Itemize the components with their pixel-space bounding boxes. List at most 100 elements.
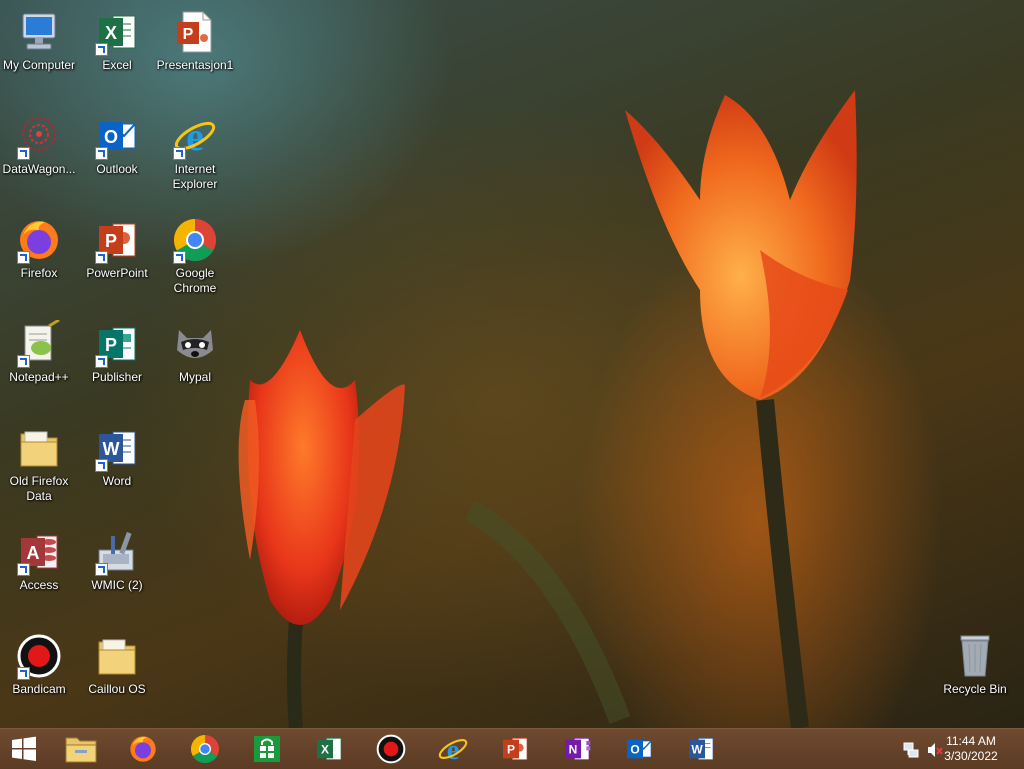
desktop-icon-firefox[interactable]: Firefox (0, 216, 78, 281)
firefox-icon (130, 736, 156, 762)
network-icon[interactable] (902, 741, 920, 759)
desktop-icon-publisher[interactable]: P Publisher (78, 320, 156, 385)
desktop[interactable]: My Computer DataWagon... Firefox Notepad… (0, 0, 1024, 728)
icon-label: Recycle Bin (943, 682, 1007, 696)
icon-label: Firefox (20, 266, 58, 280)
svg-text:N: N (569, 743, 578, 757)
taskbar-outlook[interactable]: O (617, 731, 661, 767)
outlook-icon: O (627, 739, 652, 759)
svg-text:X: X (321, 743, 329, 757)
desktop-icon-internet-explorer[interactable]: e Internet Explorer (156, 112, 234, 192)
file-explorer-icon (65, 737, 97, 763)
svg-text:X: X (105, 23, 117, 43)
desktop-icon-powerpoint[interactable]: P PowerPoint (78, 216, 156, 281)
taskbar-powerpoint[interactable]: P (493, 731, 537, 767)
folder-icon (15, 424, 63, 472)
shortcut-arrow-icon (17, 667, 30, 680)
desktop-icon-outlook[interactable]: O Outlook (78, 112, 156, 177)
svg-text:e: e (447, 735, 460, 766)
publisher-icon: P (93, 320, 141, 368)
shortcut-arrow-icon (95, 459, 108, 472)
icon-label: WMIC (2) (91, 578, 143, 592)
desktop-icon-wmic[interactable]: WMIC (2) (78, 528, 156, 593)
shortcut-arrow-icon (95, 355, 108, 368)
icon-label: My Computer (2, 58, 76, 72)
desktop-icon-mypal[interactable]: Mypal (156, 320, 234, 385)
taskbar-onenote[interactable]: N (555, 731, 599, 767)
chrome-icon (190, 735, 219, 764)
firefox-icon (15, 216, 63, 264)
svg-text:A: A (27, 543, 40, 563)
chrome-icon (171, 216, 219, 264)
word-icon: W (93, 424, 141, 472)
desktop-icon-access[interactable]: A Access (0, 528, 78, 593)
onenote-icon: N (565, 738, 591, 760)
svg-text:O: O (104, 127, 118, 147)
taskbar-file-explorer[interactable] (59, 731, 103, 767)
windows-logo-icon (12, 736, 36, 761)
taskbar-firefox[interactable] (121, 731, 165, 767)
clock[interactable]: 11:44 AM 3/30/2022 (936, 734, 1006, 764)
clock-time: 11:44 AM (946, 734, 996, 748)
taskbar-chrome[interactable] (183, 731, 227, 767)
svg-text:O: O (630, 743, 639, 757)
shortcut-arrow-icon (17, 251, 30, 264)
shortcut-arrow-icon (17, 147, 30, 160)
desktop-icon-old-firefox-data[interactable]: Old Firefox Data (0, 424, 78, 504)
shortcut-arrow-icon (95, 43, 108, 56)
desktop-icon-excel[interactable]: X Excel (78, 8, 156, 73)
desktop-icon-my-computer[interactable]: My Computer (0, 8, 78, 73)
desktop-icon-google-chrome[interactable]: Google Chrome (156, 216, 234, 296)
icon-label: Access (19, 578, 59, 592)
taskbar-word[interactable]: W (679, 731, 723, 767)
svg-text:P: P (183, 26, 194, 43)
shortcut-arrow-icon (173, 147, 186, 160)
recycle-bin-icon (951, 632, 999, 680)
taskbar-store[interactable] (245, 731, 289, 767)
powerpoint-icon: P (93, 216, 141, 264)
bandicam-icon (15, 632, 63, 680)
computer-icon (15, 8, 63, 56)
icon-label: Google Chrome (173, 266, 217, 295)
bandicam-icon (376, 734, 406, 764)
desktop-icon-bandicam[interactable]: Bandicam (0, 632, 78, 697)
taskbar-bandicam[interactable] (369, 731, 413, 767)
taskbar-internet-explorer[interactable]: e (431, 731, 475, 767)
icon-label: Excel (102, 58, 132, 72)
raccoon-icon (171, 320, 219, 368)
icon-label: Presentasjon1 (156, 58, 234, 72)
folder-icon (93, 632, 141, 680)
desktop-icon-datawagon[interactable]: DataWagon... (0, 112, 78, 177)
icon-label: Notepad++ (9, 370, 69, 384)
icon-label: Bandicam (12, 682, 66, 696)
icon-label: Publisher (91, 370, 143, 384)
icon-label: Internet Explorer (172, 162, 218, 191)
shortcut-arrow-icon (95, 147, 108, 160)
desktop-icon-caillou-os[interactable]: Caillou OS (78, 632, 156, 697)
internet-explorer-icon: e (438, 735, 468, 766)
excel-icon: X (93, 8, 141, 56)
desktop-icon-presentasjon1[interactable]: P Presentasjon1 (156, 8, 234, 73)
clock-date: 3/30/2022 (944, 749, 998, 763)
svg-text:P: P (105, 231, 117, 251)
icon-label: Word (102, 474, 132, 488)
desktop-icon-recycle-bin[interactable]: Recycle Bin (936, 632, 1014, 697)
word-icon: W (689, 738, 714, 760)
datawagon-icon (15, 112, 63, 160)
wmic-tools-icon (93, 528, 141, 576)
store-icon (254, 736, 280, 762)
svg-text:e: e (186, 114, 204, 159)
desktop-icon-word[interactable]: W Word (78, 424, 156, 489)
shortcut-arrow-icon (95, 251, 108, 264)
taskbar: X e P N O W 11:44 AM 3/30/2022 (0, 728, 1024, 769)
system-tray: 11:44 AM 3/30/2022 (884, 729, 1024, 769)
icon-label: DataWagon... (2, 162, 76, 176)
desktop-icon-notepad-plus-plus[interactable]: Notepad++ (0, 318, 78, 385)
shortcut-arrow-icon (17, 563, 30, 576)
svg-text:W: W (691, 743, 703, 757)
shortcut-arrow-icon (173, 251, 186, 264)
start-button[interactable] (2, 731, 46, 767)
internet-explorer-icon: e (171, 112, 219, 160)
icon-label: Caillou OS (88, 682, 146, 696)
taskbar-excel[interactable]: X (307, 731, 351, 767)
